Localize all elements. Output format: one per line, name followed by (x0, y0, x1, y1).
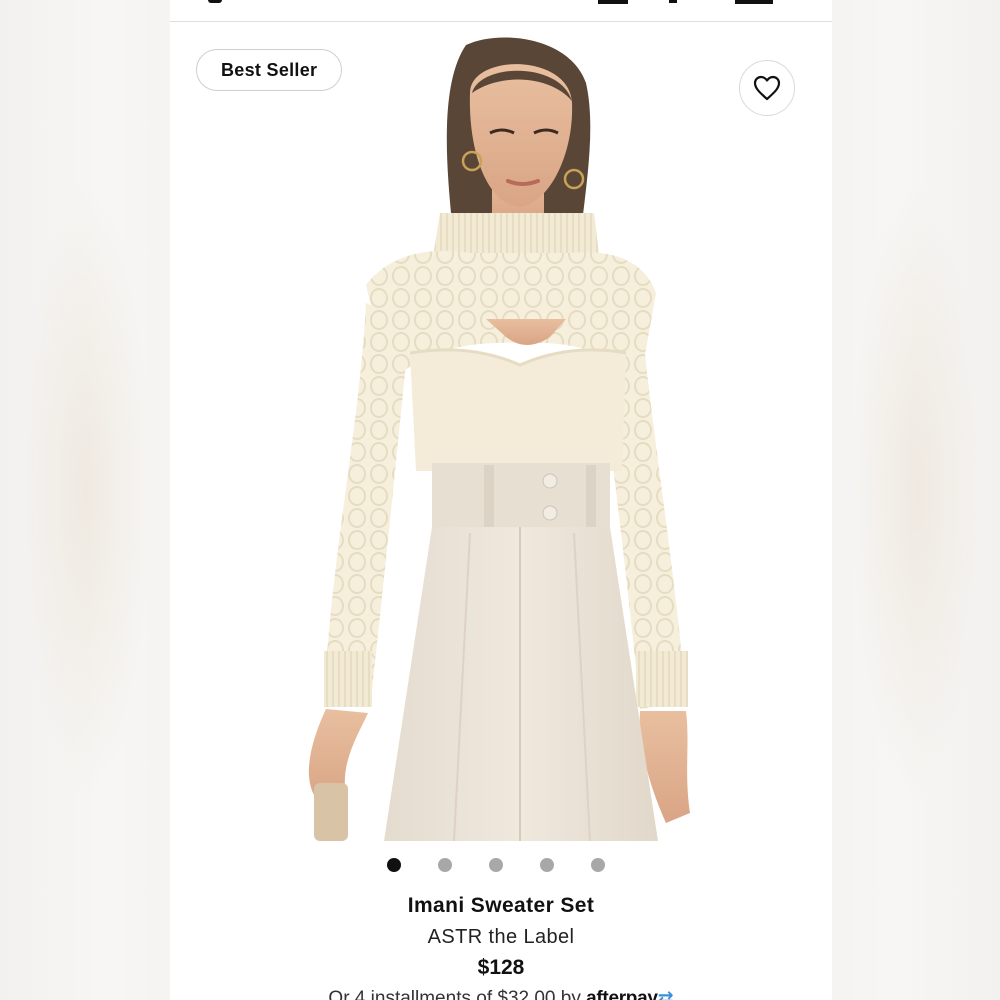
shopping-bag-icon[interactable] (735, 0, 773, 4)
carousel-dot[interactable] (591, 858, 605, 872)
background-blur-right (832, 0, 1000, 1000)
heart-outline-icon (753, 75, 781, 101)
product-price: $128 (477, 956, 525, 979)
account-icon[interactable] (598, 0, 628, 4)
background-blur-left (0, 0, 170, 1000)
favorite-button[interactable] (739, 60, 795, 116)
product-brand[interactable]: ASTR the Label (170, 922, 832, 952)
carousel-dot[interactable] (489, 858, 503, 872)
image-carousel-pagination (170, 858, 832, 874)
afterpay-logo: afterpay (586, 988, 658, 1000)
top-navigation-bar (170, 0, 832, 22)
installments-info[interactable]: Or 4 installments of $32.00 by afterpay⇄ (170, 984, 832, 1000)
product-photo-illustration (308, 37, 690, 841)
wishlist-icon[interactable] (669, 0, 677, 3)
product-image[interactable]: Best Seller (170, 23, 832, 841)
afterpay-mark-icon: ⇄ (657, 988, 674, 1000)
blurred-figure-left (20, 180, 150, 800)
product-info: Imani Sweater Set ASTR the Label $128 Or… (170, 890, 832, 1000)
blurred-figure-right (852, 180, 982, 800)
best-seller-badge: Best Seller (196, 49, 343, 91)
search-icon[interactable] (208, 0, 222, 3)
installments-text: Or 4 installments of $32.00 by (328, 988, 581, 1000)
carousel-dot[interactable] (540, 858, 554, 872)
product-page: Best Seller Imani Sweater Set ASTR the L… (170, 0, 832, 1000)
carousel-dot[interactable] (387, 858, 401, 872)
product-name[interactable]: Imani Sweater Set (170, 890, 832, 922)
carousel-dot[interactable] (438, 858, 452, 872)
